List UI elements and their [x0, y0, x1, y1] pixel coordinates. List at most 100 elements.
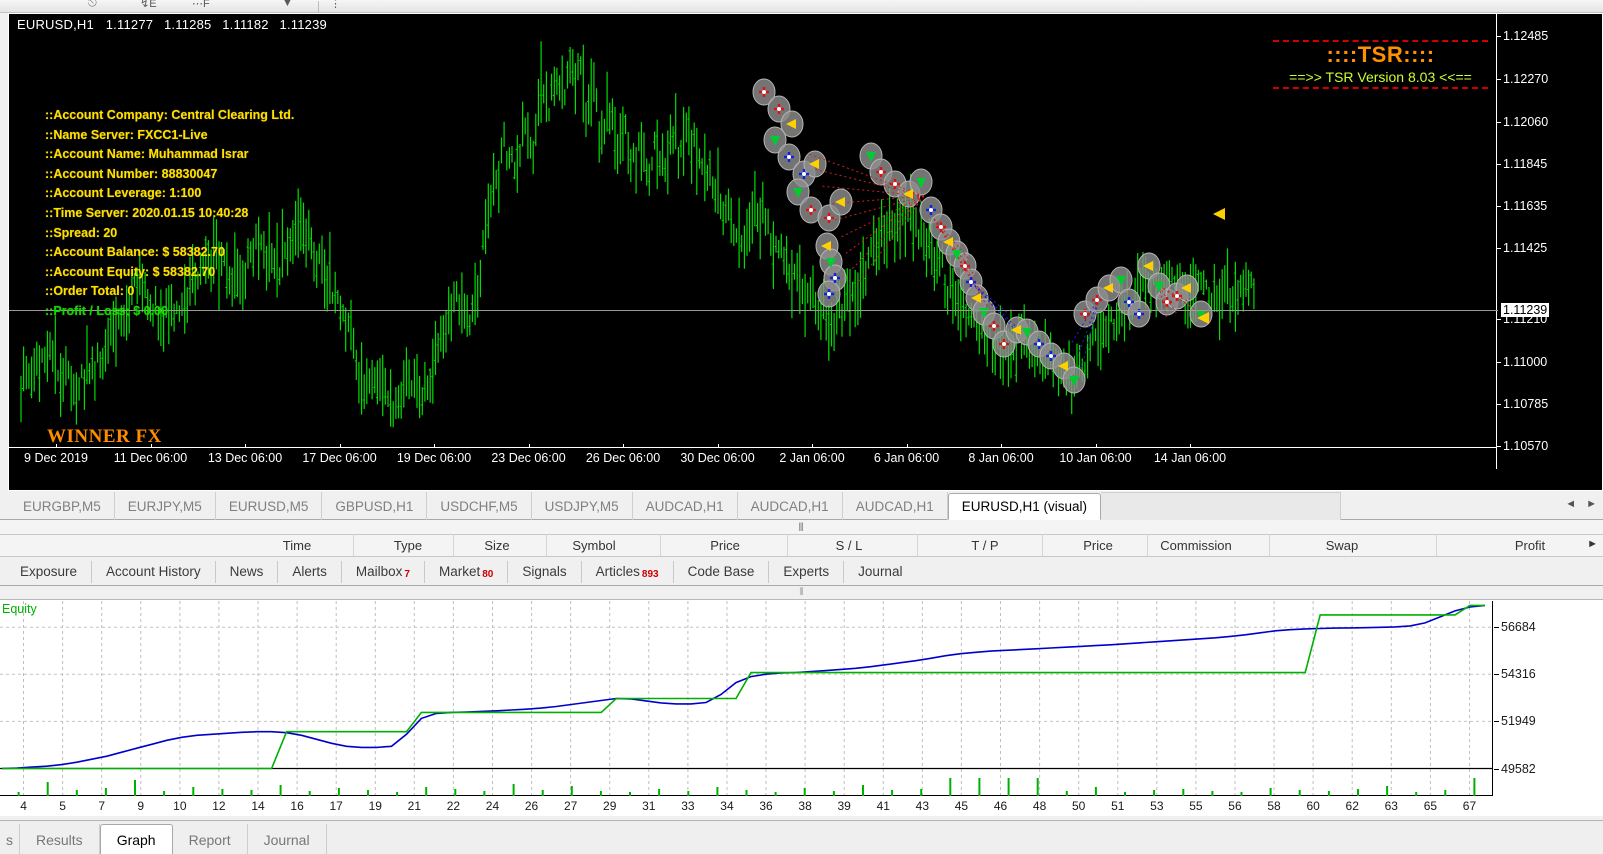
terminal-column-header[interactable]: ⦀ TimeTypeSizeSymbolPriceS / LT / PPrice… [0, 520, 1603, 556]
column-header-price[interactable]: Price [1083, 538, 1113, 553]
column-header-swap[interactable]: Swap [1326, 538, 1359, 553]
chart-tab-bar[interactable]: EURGBP,M5EURJPY,M5EURUSD,M5GBPUSD,H1USDC… [0, 492, 1603, 520]
terminal-tab-articles[interactable]: Articles893 [582, 561, 674, 583]
bottom-tab-report[interactable]: Report [173, 824, 248, 854]
equity-x-tick: 38 [798, 799, 811, 813]
graph-resize-grip[interactable]: ⦀ [799, 587, 803, 598]
time-tick-mark [1001, 444, 1002, 448]
column-header-commission[interactable]: Commission [1160, 538, 1232, 553]
column-header-t-p[interactable]: T / P [971, 538, 998, 553]
time-tick-mark [434, 444, 435, 448]
column-header-price[interactable]: Price [710, 538, 740, 553]
bottom-tab-graph[interactable]: Graph [100, 824, 173, 854]
terminal-scroll-right-icon[interactable]: ► [1587, 538, 1598, 550]
chart-tab-eurusd-h1-visual[interactable]: EURUSD,H1 (visual) [948, 493, 1101, 520]
terminal-tab-exposure[interactable]: Exposure [6, 561, 92, 583]
column-header-type[interactable]: Type [394, 538, 422, 553]
column-separator[interactable] [1269, 534, 1270, 556]
time-tick-mark [812, 444, 813, 448]
account-number-line: ::Account Number: 88830047 [45, 165, 294, 185]
equity-x-tick: 7 [98, 799, 105, 813]
column-separator[interactable] [1042, 534, 1043, 556]
chart-tab-gbpusd-h1[interactable]: GBPUSD,H1 [322, 492, 427, 520]
equity-x-tick: 65 [1424, 799, 1437, 813]
column-separator[interactable] [1436, 534, 1437, 556]
account-leverage-line: ::Account Leverage: 1:100 [45, 184, 294, 204]
equity-x-tick: 26 [525, 799, 538, 813]
equity-graph-panel[interactable]: ⦀ Equity 56684543165194949582 4579101214… [0, 586, 1603, 816]
equity-x-tick: 39 [838, 799, 851, 813]
chart-tab-empty-area [1101, 492, 1341, 520]
terminal-tab-signals[interactable]: Signals [508, 561, 581, 583]
bottom-tab-clipped[interactable]: s [0, 824, 20, 854]
column-header-time[interactable]: Time [283, 538, 311, 553]
column-separator[interactable] [917, 534, 918, 556]
toolbar-period-icon: ↯E [140, 0, 157, 11]
equity-x-tick: 60 [1306, 799, 1319, 813]
column-separator[interactable] [1147, 534, 1148, 556]
chart-tab-eurusd-m5[interactable]: EURUSD,M5 [216, 492, 323, 520]
terminal-tab-label: Experts [783, 564, 829, 579]
terminal-tab-alerts[interactable]: Alerts [278, 561, 342, 583]
bottom-tab-bar[interactable]: sResultsGraphReportJournal [0, 820, 1603, 854]
terminal-tab-account-history[interactable]: Account History [92, 561, 216, 583]
chart-tab-eurjpy-m5[interactable]: EURJPY,M5 [115, 492, 216, 520]
price-tick: 1.10570 [1503, 439, 1548, 453]
bottom-tab-results[interactable]: Results [20, 824, 100, 854]
terminal-tab-bar[interactable]: ExposureAccount HistoryNewsAlertsMailbox… [0, 556, 1603, 586]
column-separator[interactable] [453, 534, 454, 556]
terminal-tab-label: Journal [858, 564, 902, 579]
account-equity-line: ::Account Equity: $ 58382.70 [45, 263, 294, 283]
equity-x-tick: 19 [369, 799, 382, 813]
tsr-title: ::::TSR:::: [1273, 42, 1488, 68]
chart-tab-scroll-right-icon[interactable]: ► [1586, 498, 1597, 510]
column-separator[interactable] [660, 534, 661, 556]
column-header-profit[interactable]: Profit [1515, 538, 1545, 553]
column-header-size[interactable]: Size [484, 538, 509, 553]
chart-tab-audcad-h1[interactable]: AUDCAD,H1 [738, 492, 843, 520]
time-axis: 9 Dec 201911 Dec 06:0013 Dec 06:0017 Dec… [9, 447, 1498, 469]
terminal-tab-code-base[interactable]: Code Base [674, 561, 770, 583]
terminal-tab-journal[interactable]: Journal [844, 561, 916, 583]
equity-y-tick: 56684 [1501, 620, 1536, 634]
chart-tab-scrollers[interactable]: ◄ ► [1565, 498, 1597, 510]
column-separator[interactable] [546, 534, 547, 556]
spread-line: ::Spread: 20 [45, 224, 294, 244]
order-total-line: ::Order Total: 0 [45, 282, 294, 302]
column-separator[interactable] [353, 534, 354, 556]
price-axis[interactable]: 1.124851.122701.120601.118451.116351.114… [1496, 14, 1602, 469]
chart-tab-audcad-h1[interactable]: AUDCAD,H1 [633, 492, 738, 520]
chart-tab-usdjpy-m5[interactable]: USDJPY,M5 [532, 492, 633, 520]
column-header-s-l[interactable]: S / L [836, 538, 863, 553]
chart-window[interactable]: EURUSD,H1 1.11277 1.11285 1.11182 1.1123… [8, 13, 1603, 491]
chart-canvas[interactable]: EURUSD,H1 1.11277 1.11285 1.11182 1.1123… [9, 14, 1498, 469]
price-tick: 1.12485 [1503, 29, 1548, 43]
name-server-line: ::Name Server: FXCC1-Live [45, 126, 294, 146]
chart-tab-usdchf-m5[interactable]: USDCHF,M5 [427, 492, 531, 520]
chart-tab-scroll-left-icon[interactable]: ◄ [1565, 498, 1576, 510]
equity-x-tick: 36 [759, 799, 772, 813]
toolbar-dropdown-icon: ▼ [282, 0, 293, 11]
column-header-symbol[interactable]: Symbol [572, 538, 615, 553]
time-tick-mark [907, 444, 908, 448]
toolbar-strip: ⎋ ↯E ⋯F ▼ ⋮ [0, 0, 1603, 13]
tsr-rule-bottom [1273, 87, 1488, 89]
bottom-tab-journal[interactable]: Journal [248, 824, 327, 854]
tsr-version: ==>> TSR Version 8.03 <<== [1273, 68, 1488, 87]
equity-x-tick: 67 [1463, 799, 1476, 813]
tsr-branding: ::::TSR:::: ==>> TSR Version 8.03 <<== [1273, 40, 1488, 89]
terminal-tab-mailbox[interactable]: Mailbox7 [342, 561, 425, 583]
column-separator[interactable] [787, 534, 788, 556]
equity-x-tick: 22 [447, 799, 460, 813]
time-server-line: ::Time Server: 2020.01.15 10:40:28 [45, 204, 294, 224]
terminal-tab-label: Articles [596, 564, 640, 579]
chart-tab-audcad-h1[interactable]: AUDCAD,H1 [843, 492, 948, 520]
equity-y-tick: 49582 [1501, 762, 1536, 776]
time-tick-mark [718, 444, 719, 448]
terminal-tab-experts[interactable]: Experts [769, 561, 844, 583]
terminal-tab-market[interactable]: Market80 [425, 561, 508, 583]
chart-tab-eurgbp-m5[interactable]: EURGBP,M5 [10, 492, 115, 520]
terminal-tab-news[interactable]: News [216, 561, 279, 583]
chart-open-price: 1.11277 [106, 17, 153, 32]
time-tick: 30 Dec 06:00 [680, 451, 754, 465]
